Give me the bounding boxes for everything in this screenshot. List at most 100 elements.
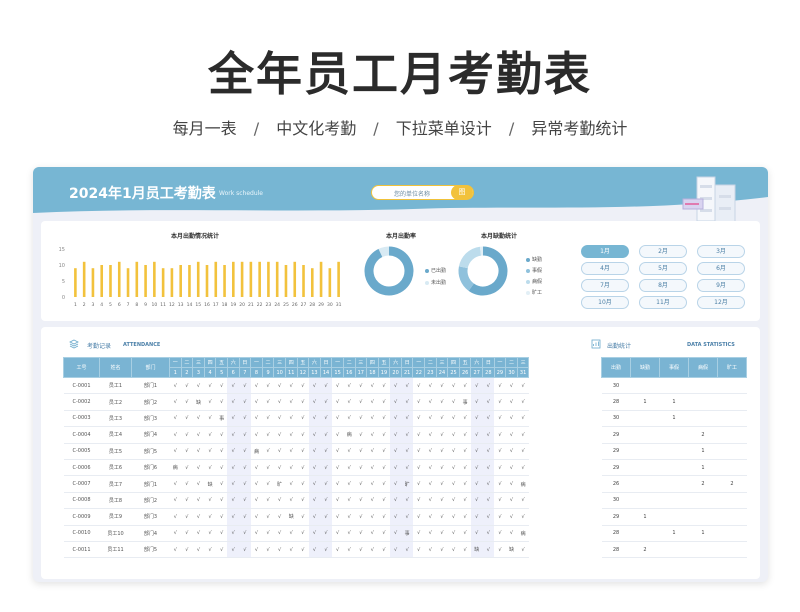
attendance-cell[interactable]: √	[262, 426, 274, 444]
attendance-cell[interactable]: √	[192, 525, 205, 542]
attendance-cell[interactable]: √	[459, 377, 471, 395]
attendance-cell[interactable]: √	[436, 443, 448, 460]
attendance-cell[interactable]: √	[181, 377, 193, 395]
attendance-cell[interactable]: √	[204, 492, 216, 510]
attendance-cell[interactable]: √	[412, 475, 425, 493]
attendance-cell[interactable]: √	[343, 475, 355, 493]
attendance-cell[interactable]: √	[366, 475, 379, 493]
attendance-cell[interactable]: √	[204, 393, 216, 411]
attendance-cell[interactable]: √	[262, 459, 274, 477]
attendance-cell[interactable]: √	[436, 508, 448, 526]
attendance-cell[interactable]: √	[308, 525, 321, 542]
attendance-cell[interactable]: √	[262, 475, 274, 493]
attendance-cell[interactable]: √	[297, 492, 309, 510]
attendance-cell[interactable]: √	[494, 443, 506, 460]
attendance-cell[interactable]: √	[331, 443, 344, 460]
attendance-cell[interactable]: √	[273, 492, 286, 510]
attendance-cell[interactable]: √	[517, 492, 529, 510]
attendance-cell[interactable]: √	[273, 410, 286, 428]
attendance-cell[interactable]: √	[355, 492, 367, 510]
attendance-cell[interactable]: √	[389, 443, 402, 460]
attendance-cell[interactable]: √	[343, 508, 355, 526]
attendance-cell[interactable]: √	[424, 443, 437, 460]
attendance-cell[interactable]: √	[494, 525, 506, 542]
attendance-cell[interactable]: √	[412, 525, 425, 542]
attendance-cell[interactable]: √	[436, 525, 448, 542]
attendance-cell[interactable]: √	[308, 492, 321, 510]
attendance-cell[interactable]: √	[343, 410, 355, 428]
attendance-cell[interactable]: √	[215, 508, 228, 526]
attendance-cell[interactable]: √	[355, 426, 367, 444]
attendance-cell[interactable]: √	[412, 459, 425, 477]
attendance-cell[interactable]: √	[401, 426, 413, 444]
attendance-cell[interactable]: √	[250, 393, 263, 411]
attendance-cell[interactable]: √	[262, 443, 274, 460]
attendance-cell[interactable]: √	[505, 459, 518, 477]
attendance-cell[interactable]: √	[459, 541, 471, 559]
attendance-cell[interactable]: √	[447, 377, 460, 395]
attendance-cell[interactable]: √	[169, 508, 182, 526]
attendance-cell[interactable]: √	[250, 426, 263, 444]
attendance-cell[interactable]: √	[204, 426, 216, 444]
attendance-cell[interactable]: √	[169, 492, 182, 510]
attendance-cell[interactable]: √	[343, 525, 355, 542]
attendance-cell[interactable]: √	[262, 492, 274, 510]
attendance-cell[interactable]: √	[215, 377, 228, 395]
attendance-cell[interactable]: √	[505, 393, 518, 411]
attendance-cell[interactable]: √	[308, 443, 321, 460]
attendance-cell[interactable]: √	[320, 377, 332, 395]
attendance-cell[interactable]: √	[331, 508, 344, 526]
attendance-cell[interactable]: √	[297, 541, 309, 559]
attendance-cell[interactable]: √	[273, 426, 286, 444]
attendance-cell[interactable]: √	[308, 508, 321, 526]
attendance-cell[interactable]: √	[343, 393, 355, 411]
attendance-cell[interactable]: √	[273, 377, 286, 395]
attendance-cell[interactable]: √	[273, 443, 286, 460]
attendance-cell[interactable]: √	[215, 393, 228, 411]
attendance-cell[interactable]: √	[204, 459, 216, 477]
attendance-cell[interactable]: 旷	[401, 475, 413, 493]
attendance-cell[interactable]: √	[389, 541, 402, 559]
attendance-cell[interactable]: √	[181, 410, 193, 428]
attendance-cell[interactable]: √	[250, 525, 263, 542]
attendance-cell[interactable]: √	[447, 525, 460, 542]
attendance-cell[interactable]: √	[343, 443, 355, 460]
attendance-cell[interactable]: √	[366, 459, 379, 477]
attendance-cell[interactable]: √	[273, 393, 286, 411]
attendance-cell[interactable]: √	[297, 508, 309, 526]
attendance-cell[interactable]: √	[227, 508, 240, 526]
attendance-cell[interactable]: √	[436, 426, 448, 444]
attendance-cell[interactable]: √	[517, 541, 529, 559]
attendance-cell[interactable]: √	[494, 393, 506, 411]
attendance-cell[interactable]: √	[227, 393, 240, 411]
attendance-cell[interactable]: √	[424, 377, 437, 395]
attendance-cell[interactable]: √	[181, 492, 193, 510]
month-button[interactable]: 5月	[639, 262, 687, 275]
attendance-cell[interactable]: √	[227, 443, 240, 460]
attendance-cell[interactable]: √	[401, 492, 413, 510]
attendance-cell[interactable]: √	[482, 508, 495, 526]
attendance-cell[interactable]: √	[227, 492, 240, 510]
attendance-cell[interactable]: √	[181, 508, 193, 526]
attendance-cell[interactable]: √	[308, 426, 321, 444]
attendance-cell[interactable]: √	[459, 426, 471, 444]
attendance-cell[interactable]: √	[505, 492, 518, 510]
attendance-cell[interactable]: √	[297, 426, 309, 444]
attendance-cell[interactable]: √	[517, 459, 529, 477]
attendance-cell[interactable]: √	[505, 426, 518, 444]
attendance-cell[interactable]: √	[447, 443, 460, 460]
attendance-cell[interactable]: √	[308, 475, 321, 493]
attendance-cell[interactable]: √	[412, 492, 425, 510]
attendance-cell[interactable]: √	[505, 410, 518, 428]
attendance-cell[interactable]: √	[320, 492, 332, 510]
attendance-cell[interactable]: √	[239, 508, 251, 526]
attendance-cell[interactable]: √	[181, 541, 193, 559]
attendance-cell[interactable]: √	[239, 377, 251, 395]
attendance-cell[interactable]: √	[285, 426, 298, 444]
attendance-cell[interactable]: √	[227, 475, 240, 493]
attendance-cell[interactable]: √	[401, 508, 413, 526]
attendance-cell[interactable]: 病	[169, 459, 182, 477]
attendance-cell[interactable]: √	[250, 459, 263, 477]
attendance-cell[interactable]: √	[169, 525, 182, 542]
attendance-cell[interactable]: √	[517, 410, 529, 428]
